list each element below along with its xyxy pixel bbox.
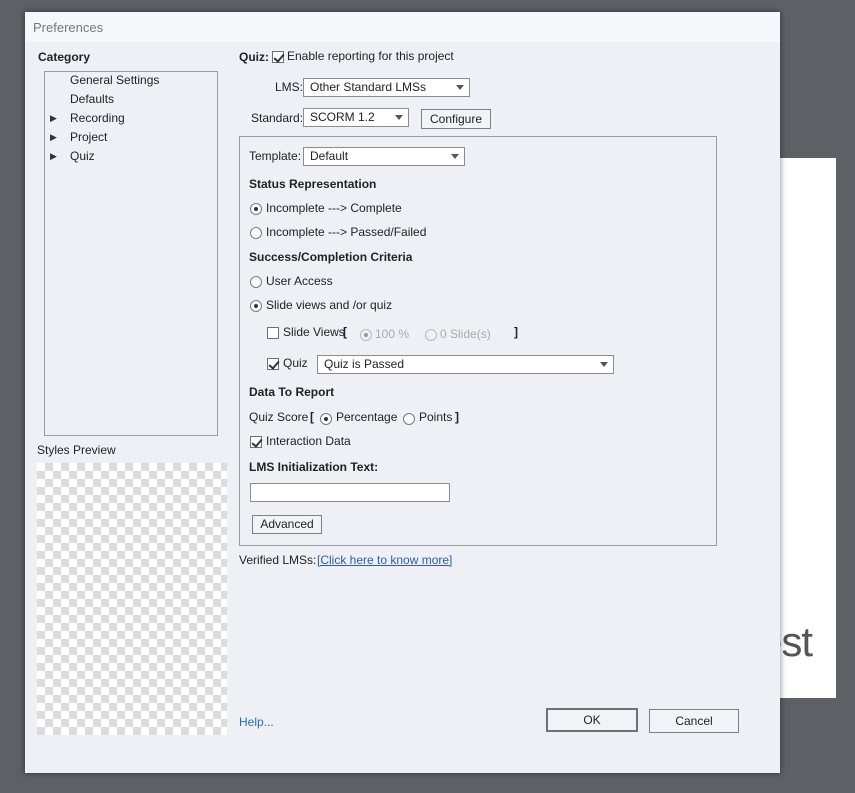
bracket-open: [ bbox=[310, 410, 314, 424]
tree-item-label: General Settings bbox=[70, 73, 160, 87]
ok-button[interactable]: OK bbox=[546, 708, 638, 732]
slide-count-label: 0 Slide(s) bbox=[440, 327, 491, 341]
tree-item-label: Recording bbox=[70, 111, 125, 125]
chevron-down-icon bbox=[600, 362, 608, 367]
template-label: Template: bbox=[249, 149, 302, 163]
dialog-title: Preferences bbox=[33, 20, 104, 35]
verified-lms-label: Verified LMSs: bbox=[239, 553, 317, 567]
tree-item-label: Quiz bbox=[70, 149, 95, 163]
quiz-condition-dropdown[interactable]: Quiz is Passed bbox=[317, 355, 614, 374]
slide-views-quiz-label: Slide views and /or quiz bbox=[266, 298, 393, 312]
chevron-down-icon bbox=[395, 115, 403, 120]
lms-dropdown-value: Other Standard LMSs bbox=[310, 80, 427, 94]
advanced-button[interactable]: Advanced bbox=[252, 515, 322, 534]
score-percentage-radio[interactable] bbox=[320, 413, 332, 425]
chevron-down-icon bbox=[451, 154, 459, 159]
user-access-radio[interactable] bbox=[250, 276, 262, 288]
standard-label: Standard: bbox=[251, 111, 304, 125]
status-complete-radio[interactable] bbox=[250, 203, 262, 215]
slide-views-checkbox[interactable] bbox=[267, 327, 279, 339]
lms-init-text-input[interactable] bbox=[250, 483, 450, 502]
category-tree[interactable]: General Settings Defaults ▶ Recording ▶ … bbox=[44, 71, 218, 436]
bracket-close: ] bbox=[455, 410, 459, 424]
tree-item-label: Defaults bbox=[70, 92, 115, 106]
reporting-options-group: Template: Default Status Representation … bbox=[239, 136, 717, 546]
user-access-label: User Access bbox=[266, 274, 333, 288]
slide-views-quiz-radio[interactable] bbox=[250, 300, 262, 312]
standard-dropdown[interactable]: SCORM 1.2 bbox=[303, 108, 409, 127]
score-points-label: Points bbox=[419, 410, 453, 424]
dialog-titlebar[interactable]: Preferences bbox=[25, 12, 780, 42]
enable-reporting-label: Enable reporting for this project bbox=[287, 49, 454, 63]
interaction-data-checkbox[interactable] bbox=[250, 436, 262, 448]
background-document-page bbox=[775, 158, 836, 698]
category-label: Category bbox=[38, 50, 91, 64]
cancel-button[interactable]: Cancel bbox=[649, 709, 739, 733]
status-representation-heading: Status Representation bbox=[249, 177, 377, 191]
template-dropdown[interactable]: Default bbox=[303, 147, 465, 166]
lms-init-label: LMS Initialization Text: bbox=[249, 460, 379, 474]
quiz-condition-value: Quiz is Passed bbox=[324, 357, 405, 371]
bracket-open: [ bbox=[343, 325, 347, 339]
configure-button[interactable]: Configure bbox=[421, 109, 491, 129]
score-percentage-label: Percentage bbox=[336, 410, 398, 424]
styles-preview-label: Styles Preview bbox=[37, 443, 116, 457]
standard-dropdown-value: SCORM 1.2 bbox=[310, 110, 375, 124]
styles-preview-area bbox=[37, 463, 227, 735]
template-dropdown-value: Default bbox=[310, 149, 349, 163]
enable-reporting-checkbox[interactable] bbox=[272, 51, 284, 63]
criteria-heading: Success/Completion Criteria bbox=[249, 250, 413, 264]
quiz-checkbox[interactable] bbox=[267, 358, 279, 370]
expand-arrow-icon[interactable]: ▶ bbox=[50, 113, 57, 124]
status-passed-failed-label: Incomplete ---> Passed/Failed bbox=[266, 225, 427, 239]
interaction-data-label: Interaction Data bbox=[266, 434, 351, 448]
slide-percent-radio[interactable] bbox=[360, 329, 372, 341]
quiz-check-label: Quiz bbox=[283, 356, 308, 370]
quiz-section-label: Quiz: bbox=[239, 50, 269, 64]
bracket-close: ] bbox=[514, 325, 518, 339]
data-to-report-heading: Data To Report bbox=[249, 385, 335, 399]
expand-arrow-icon[interactable]: ▶ bbox=[50, 151, 57, 162]
preferences-dialog: Preferences Category General Settings De… bbox=[25, 12, 780, 773]
status-complete-label: Incomplete ---> Complete bbox=[266, 201, 402, 215]
status-passed-failed-radio[interactable] bbox=[250, 227, 262, 239]
quiz-score-label: Quiz Score bbox=[249, 410, 309, 424]
chevron-down-icon bbox=[456, 85, 464, 90]
lms-dropdown[interactable]: Other Standard LMSs bbox=[303, 78, 470, 97]
verified-lms-link[interactable]: [Click here to know more] bbox=[317, 553, 452, 567]
slide-count-radio[interactable] bbox=[425, 329, 437, 341]
tree-item-label: Project bbox=[70, 130, 108, 144]
slide-views-label: Slide Views bbox=[283, 325, 345, 339]
lms-label: LMS: bbox=[275, 80, 304, 94]
help-link[interactable]: Help... bbox=[239, 715, 274, 729]
background-partial-text: est bbox=[775, 618, 813, 665]
score-points-radio[interactable] bbox=[403, 413, 415, 425]
slide-percent-label: 100 % bbox=[375, 327, 410, 341]
expand-arrow-icon[interactable]: ▶ bbox=[50, 132, 57, 143]
